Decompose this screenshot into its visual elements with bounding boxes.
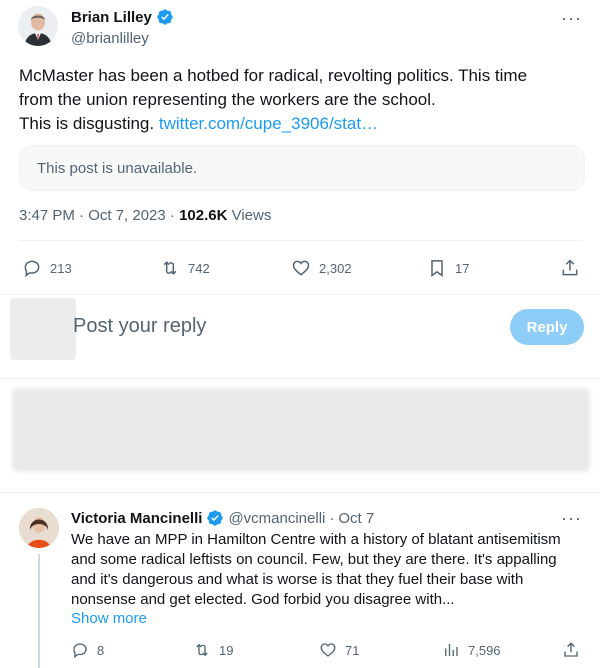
retweet-icon (163, 261, 177, 275)
tweet-text-line-3-text: This is disgusting. (19, 114, 159, 133)
reply-count: 213 (50, 260, 72, 276)
reply-author-handle[interactable]: @vcmancinelli (228, 510, 325, 527)
bookmark-button[interactable]: 17 (427, 254, 469, 282)
reply-button[interactable]: 8 (71, 638, 104, 662)
bookmark-count: 17 (455, 260, 470, 276)
redacted-content (12, 388, 590, 472)
reply-composer: Post your reply Reply (0, 296, 600, 360)
reply-author-avatar[interactable] (19, 508, 59, 548)
verified-badge-icon (207, 510, 224, 526)
reply-count: 8 (97, 642, 105, 658)
show-more-link[interactable]: Show more (71, 610, 147, 627)
like-button[interactable]: 2,302 (291, 254, 352, 282)
reply-text-line-3: and it's dangerous and what is worse is … (71, 571, 524, 588)
quoted-post-card: This post is unavailable. (19, 145, 585, 191)
like-icon (292, 260, 310, 276)
quoted-post-unavailable-text: This post is unavailable. (37, 160, 198, 177)
reply-input[interactable]: Post your reply (73, 315, 206, 338)
author-name[interactable]: Brian Lilley (71, 9, 152, 26)
like-icon (320, 643, 336, 657)
tweet-text: McMaster has been a hotbed for radical, … (19, 64, 579, 136)
divider (0, 492, 600, 493)
reply-author-name[interactable]: Victoria Mancinelli (71, 510, 202, 527)
author-name-row[interactable]: Brian Lilley (71, 8, 174, 27)
reply-text-line-2: and some radical leftists on council. Fe… (71, 551, 557, 568)
tweet-text-line-3: This is disgusting. twitter.com/cupe_390… (19, 112, 579, 136)
like-button[interactable]: 71 (319, 638, 359, 662)
retweet-icon (196, 643, 208, 657)
author-handle[interactable]: @brianlilley (71, 30, 149, 47)
tweet-timestamp[interactable]: 3:47 PM · Oct 7, 2023 · (19, 207, 179, 224)
reply-tweet-text: We have an MPP in Hamilton Centre with a… (71, 530, 586, 610)
tweet-text-line-1: McMaster has been a hotbed for radical, … (19, 66, 528, 85)
reply-icon (24, 260, 40, 278)
more-options-icon[interactable]: ··· (561, 8, 582, 29)
views-button[interactable]: 7,596 (442, 638, 501, 662)
views-count: 102.6K (179, 207, 228, 224)
reply-text-line-1: We have an MPP in Hamilton Centre with a… (71, 531, 561, 548)
divider (0, 378, 600, 379)
current-user-avatar (10, 298, 76, 360)
share-button[interactable] (560, 254, 580, 282)
share-button[interactable] (562, 638, 580, 662)
reply-submit-button[interactable]: Reply (510, 309, 584, 345)
tweet-text-line-2: from the union representing the workers … (19, 90, 436, 109)
like-count: 2,302 (319, 260, 352, 276)
retweet-count: 742 (188, 260, 210, 276)
reply-tweet-actions: 8 19 71 7,596 (0, 638, 600, 662)
author-avatar[interactable] (18, 6, 58, 46)
reply-text-line-4: nonsense and get elected. God forbid you… (71, 591, 455, 608)
share-icon (562, 259, 578, 276)
reply-button[interactable]: 213 (22, 254, 72, 282)
reply-author-row: Victoria Mancinelli @vcmancinelli · Oct … (71, 509, 374, 527)
tweet-link[interactable]: twitter.com/cupe_3906/stat… (159, 114, 378, 133)
separator-dot: · (329, 509, 335, 527)
like-count: 71 (345, 642, 360, 658)
share-icon (564, 642, 578, 657)
tweet-actions: 213 742 2,302 17 (0, 254, 600, 282)
verified-badge-icon (157, 9, 173, 25)
retweet-button[interactable]: 19 (193, 638, 233, 662)
views-count: 7,596 (468, 642, 501, 658)
retweet-button[interactable]: 742 (160, 254, 210, 282)
tweet-meta: 3:47 PM · Oct 7, 2023 · 102.6K Views (19, 207, 271, 224)
reply-date[interactable]: Oct 7 (338, 510, 374, 527)
divider (19, 240, 582, 241)
divider (0, 294, 600, 295)
retweet-count: 19 (219, 642, 234, 658)
views-chart-icon (445, 644, 458, 656)
views-label: Views (227, 207, 272, 224)
reply-icon (73, 643, 87, 659)
bookmark-icon (431, 260, 443, 277)
reply-more-options-icon[interactable]: ··· (561, 508, 582, 529)
